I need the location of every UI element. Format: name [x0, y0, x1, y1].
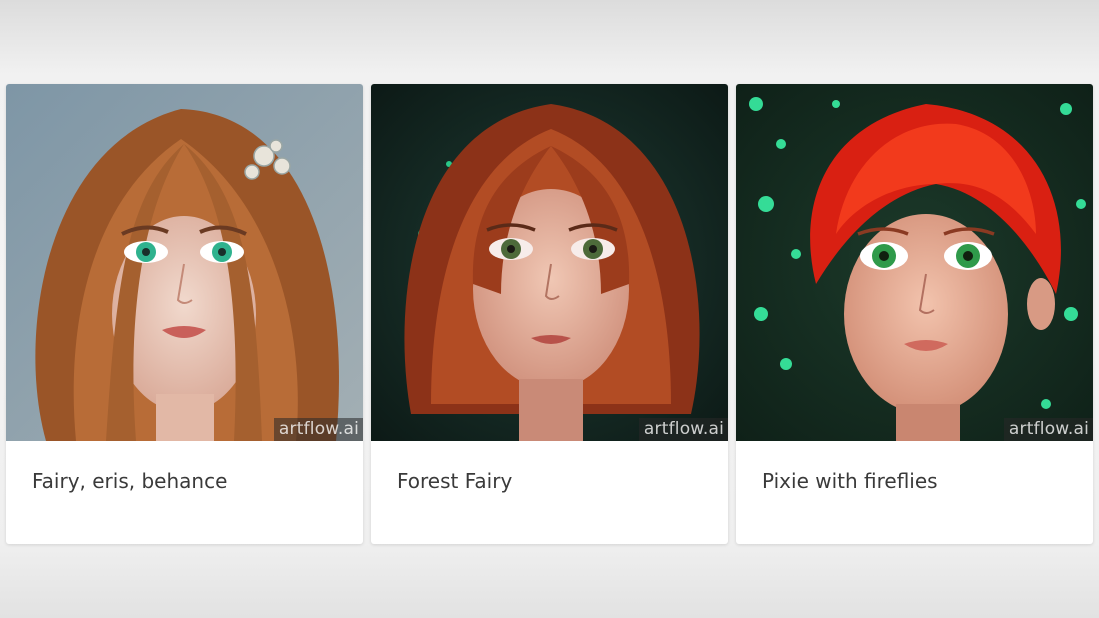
image-gallery: artflow.ai Fairy, eris, behance artflow.… [6, 84, 1093, 544]
forest-fairy-portrait-image [371, 84, 728, 441]
card-title: Forest Fairy [397, 469, 513, 493]
card-image[interactable]: artflow.ai [736, 84, 1093, 441]
artflow-watermark: artflow.ai [273, 418, 363, 441]
artflow-watermark: artflow.ai [638, 418, 728, 441]
gallery-card-fairy-eris[interactable]: artflow.ai Fairy, eris, behance [6, 84, 363, 544]
card-title: Pixie with fireflies [762, 469, 938, 493]
fairy-portrait-image [6, 84, 363, 441]
card-image[interactable]: artflow.ai [6, 84, 363, 441]
pixie-portrait-image [736, 84, 1093, 441]
gallery-card-forest-fairy[interactable]: artflow.ai Forest Fairy [371, 84, 728, 544]
gallery-card-pixie-fireflies[interactable]: artflow.ai Pixie with fireflies [736, 84, 1093, 544]
card-image[interactable]: artflow.ai [371, 84, 728, 441]
card-title: Fairy, eris, behance [32, 469, 228, 493]
artflow-watermark: artflow.ai [1003, 418, 1093, 441]
